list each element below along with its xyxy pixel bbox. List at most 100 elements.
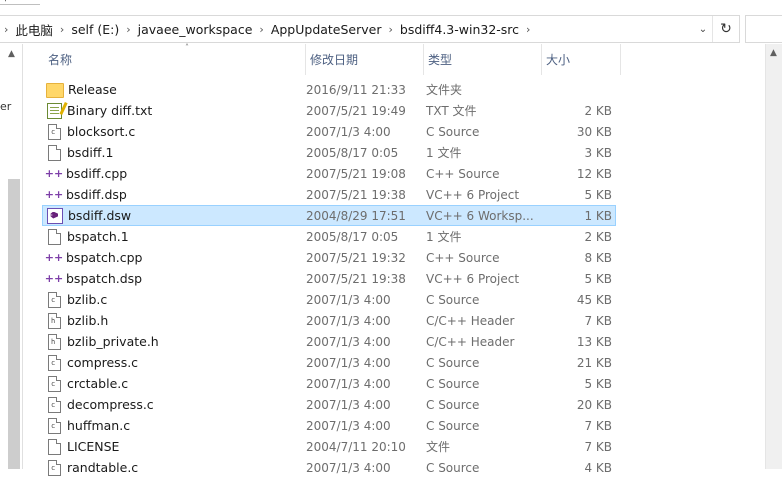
file-size: 8 KB	[584, 250, 612, 265]
file-date: 2007/5/21 19:08	[306, 166, 406, 181]
cpp-source-icon: ++	[44, 272, 64, 285]
file-size: 5 KB	[584, 271, 612, 286]
file-type: C++ Source	[426, 166, 500, 181]
history-dropdown-icon[interactable]: ⌄	[695, 16, 711, 42]
file-row[interactable]: c blocksort.c 2007/1/3 4:00 C Source 30 KB	[42, 121, 616, 142]
breadcrumb-chevron-icon[interactable]: ›	[255, 23, 267, 36]
file-size: 7 KB	[584, 439, 612, 454]
column-type[interactable]: 类型	[423, 44, 542, 75]
column-size[interactable]: 大小	[541, 44, 621, 75]
file-row[interactable]: Binary diff.txt 2007/5/21 19:49 TXT 文件 2 KB	[42, 100, 616, 121]
file-type-glyph: c	[51, 295, 56, 304]
file-type: C Source	[426, 460, 480, 475]
ribbon-tab-fragment[interactable]: 卓	[0, 0, 40, 5]
file-type: VC++ 6 Worksp...	[426, 208, 534, 223]
file-name: bspatch.1	[67, 229, 129, 244]
column-name[interactable]: 名称 ˄	[44, 43, 319, 75]
file-type-glyph: c	[51, 379, 56, 388]
file-size: 2 KB	[584, 103, 612, 118]
file-name: crctable.c	[67, 376, 129, 391]
document-icon	[48, 228, 61, 245]
file-name: bzlib_private.h	[67, 334, 159, 349]
file-size: 7 KB	[584, 313, 612, 328]
column-date[interactable]: 修改日期	[305, 44, 423, 75]
sort-ascending-icon: ˄	[185, 43, 189, 52]
file-row[interactable]: Release 2016/9/11 21:33 文件夹	[42, 79, 616, 100]
document-icon	[48, 144, 61, 161]
folder-icon	[46, 83, 64, 98]
file-type: C Source	[426, 418, 480, 433]
file-row[interactable]: ++ bsdiff.cpp 2007/5/21 19:08 C++ Source 12 …	[42, 163, 616, 184]
ribbon-edge: 卓	[0, 0, 782, 14]
column-date-label: 修改日期	[310, 53, 359, 67]
file-type-glyph: c	[51, 463, 56, 472]
file-name: randtable.c	[67, 460, 139, 475]
file-row[interactable]: ++ bspatch.dsp 2007/5/21 19:38 VC++ 6 Proje…	[42, 268, 616, 289]
file-size: 20 KB	[576, 397, 612, 412]
breadcrumb-workspace[interactable]: javaee_workspace	[135, 22, 256, 37]
file-date: 2007/5/21 19:38	[306, 187, 406, 202]
refresh-icon[interactable]: ↻	[712, 16, 739, 42]
file-row[interactable]: c crctable.c 2007/1/3 4:00 C Source 5 KB	[42, 373, 616, 394]
vertical-scrollbar[interactable]: ▲	[765, 44, 782, 469]
breadcrumb-this-pc[interactable]: 此电脑	[12, 20, 56, 39]
file-type: 1 文件	[426, 230, 462, 244]
file-type-glyph: h	[51, 337, 56, 346]
file-date: 2004/8/29 17:51	[306, 208, 406, 223]
file-name: bsdiff.dsp	[66, 187, 127, 202]
file-row[interactable]: LICENSE 2004/7/11 20:10 文件 7 KB	[42, 436, 616, 457]
file-row[interactable]: c bzlib.c 2007/1/3 4:00 C Source 45 KB	[42, 289, 616, 310]
file-date: 2007/1/3 4:00	[306, 376, 391, 391]
file-size: 30 KB	[576, 124, 612, 139]
file-row[interactable]: c compress.c 2007/1/3 4:00 C Source 21 KB	[42, 352, 616, 373]
file-date: 2007/1/3 4:00	[306, 397, 391, 412]
breadcrumb-chevron-icon[interactable]: ›	[385, 23, 397, 36]
file-name: bsdiff.cpp	[66, 166, 128, 181]
file-row[interactable]: h bzlib.h 2007/1/3 4:00 C/C++ Header 7 KB	[42, 310, 616, 331]
file-size: 1 KB	[584, 208, 612, 223]
document-icon: c	[48, 354, 61, 371]
file-size: 4 KB	[584, 460, 612, 475]
scroll-up-icon[interactable]: ▲	[8, 49, 15, 59]
address-bar[interactable]: › 此电脑 › self (E:) › javaee_workspace › A…	[0, 15, 740, 43]
search-input[interactable]	[745, 15, 782, 43]
file-name: bspatch.cpp	[66, 250, 143, 265]
document-icon: h	[48, 333, 61, 350]
file-date: 2007/5/21 19:49	[306, 103, 406, 118]
file-name: compress.c	[67, 355, 139, 370]
file-size: 3 KB	[584, 145, 612, 160]
file-row[interactable]: ++ bsdiff.dsp 2007/5/21 19:38 VC++ 6 Projec…	[42, 184, 616, 205]
file-row[interactable]: h bzlib_private.h 2007/1/3 4:00 C/C++ Heade…	[42, 331, 616, 352]
navigation-pane: ▲ er	[0, 44, 23, 469]
breadcrumb-drive[interactable]: self (E:)	[68, 22, 122, 37]
breadcrumb-chevron-icon[interactable]: ›	[56, 23, 68, 36]
file-type: VC++ 6 Project	[426, 271, 520, 286]
file-date: 2016/9/11 21:33	[306, 82, 406, 97]
breadcrumb-chevron-icon[interactable]: ›	[122, 23, 134, 36]
file-row[interactable]: c decompress.c 2007/1/3 4:00 C Source 20 KB	[42, 394, 616, 415]
file-row[interactable]: ++ bspatch.cpp 2007/5/21 19:32 C++ Source 8 …	[42, 247, 616, 268]
file-row[interactable]: bsdiff.dsw 2004/8/29 17:51 VC++ 6 Worksp..…	[42, 205, 616, 226]
document-icon	[48, 438, 61, 455]
file-name: Release	[68, 82, 117, 97]
file-name: huffman.c	[67, 418, 131, 433]
file-date: 2007/1/3 4:00	[306, 418, 391, 433]
breadcrumb-appupdateserver[interactable]: AppUpdateServer	[268, 22, 385, 37]
file-row[interactable]: bspatch.1 2005/8/17 0:05 1 文件 2 KB	[42, 226, 616, 247]
scroll-up-icon[interactable]: ▲	[770, 48, 777, 58]
file-type: C Source	[426, 355, 480, 370]
document-icon: c	[48, 375, 61, 392]
nav-scrollbar-thumb[interactable]	[8, 179, 20, 469]
file-type: C Source	[426, 292, 480, 307]
breadcrumb-chevron-icon[interactable]: ›	[0, 23, 12, 36]
file-row[interactable]: bsdiff.1 2005/8/17 0:05 1 文件 3 KB	[42, 142, 616, 163]
nav-item-fragment[interactable]: er	[0, 100, 11, 113]
file-size: 5 KB	[584, 187, 612, 202]
file-row[interactable]: c huffman.c 2007/1/3 4:00 C Source 7 KB	[42, 415, 616, 436]
file-date: 2007/5/21 19:38	[306, 271, 406, 286]
file-row[interactable]: c randtable.c 2007/1/3 4:00 C Source 4 KB	[42, 457, 616, 478]
breadcrumb-current-folder[interactable]: bsdiff4.3-win32-src	[397, 22, 522, 37]
document-icon: c	[48, 417, 61, 434]
breadcrumb: › 此电脑 › self (E:) › javaee_workspace › A…	[0, 16, 534, 42]
breadcrumb-chevron-icon[interactable]: ›	[522, 23, 534, 36]
